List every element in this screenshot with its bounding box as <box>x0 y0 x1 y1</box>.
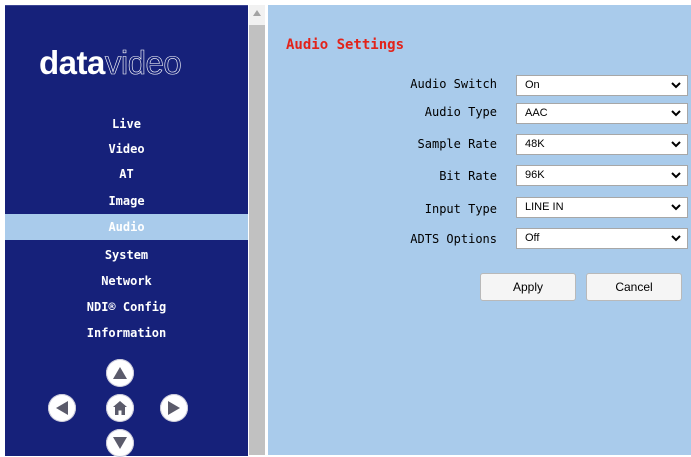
audio-settings-panel: Audio Settings Audio Switch On Audio Typ… <box>268 5 691 455</box>
bit-rate-label: Bit Rate <box>439 169 497 183</box>
nav-item-system[interactable]: System <box>5 242 248 268</box>
nav-item-information[interactable]: Information <box>5 320 248 346</box>
chevron-down-icon <box>671 172 681 179</box>
sample-rate-label: Sample Rate <box>417 137 497 151</box>
nav-item-at[interactable]: AT <box>5 161 248 187</box>
audio-type-label: Audio Type <box>424 105 497 119</box>
scroll-up-icon[interactable] <box>252 9 262 17</box>
arrow-down-icon[interactable] <box>106 429 134 457</box>
scrollbar[interactable] <box>249 5 265 455</box>
datavideo-logo: datavideo <box>39 44 182 82</box>
home-icon[interactable] <box>106 394 134 422</box>
chevron-down-icon <box>671 235 681 242</box>
nav-item-live[interactable]: Live <box>5 111 248 137</box>
audio-switch-label: Audio Switch <box>410 77 497 91</box>
input-type-value: LINE IN <box>525 201 564 213</box>
chevron-down-icon <box>671 82 681 89</box>
logo-text-bold: data <box>39 44 105 81</box>
nav-item-video[interactable]: Video <box>5 136 248 162</box>
adts-options-select[interactable]: Off <box>516 228 688 249</box>
arrow-left-icon[interactable] <box>48 394 76 422</box>
nav-item-image[interactable]: Image <box>5 188 248 214</box>
audio-switch-select[interactable]: On <box>516 75 688 96</box>
nav-item-network[interactable]: Network <box>5 268 248 294</box>
bit-rate-value: 96K <box>525 169 545 181</box>
sidebar: datavideo Live Video AT Image Audio Syst… <box>5 5 248 457</box>
nav-item-audio[interactable]: Audio <box>5 214 248 240</box>
logo-text-outline: video <box>104 44 182 82</box>
adts-options-value: Off <box>525 232 540 244</box>
scroll-thumb[interactable] <box>249 25 265 455</box>
audio-switch-value: On <box>525 79 540 91</box>
sample-rate-value: 48K <box>525 138 545 150</box>
page-title: Audio Settings <box>286 37 405 53</box>
input-type-select[interactable]: LINE IN <box>516 197 688 218</box>
chevron-down-icon <box>671 141 681 148</box>
apply-button[interactable]: Apply <box>480 273 576 301</box>
bit-rate-select[interactable]: 96K <box>516 165 688 186</box>
input-type-label: Input Type <box>424 202 497 216</box>
arrow-right-icon[interactable] <box>160 394 188 422</box>
adts-options-label: ADTS Options <box>410 232 497 246</box>
arrow-up-icon[interactable] <box>106 359 134 387</box>
chevron-down-icon <box>671 204 681 211</box>
chevron-down-icon <box>671 110 681 117</box>
sample-rate-select[interactable]: 48K <box>516 134 688 155</box>
nav-item-ndi-config[interactable]: NDI® Config <box>5 294 248 320</box>
cancel-button[interactable]: Cancel <box>586 273 682 301</box>
audio-type-select[interactable]: AAC <box>516 103 688 124</box>
audio-type-value: AAC <box>525 107 548 119</box>
